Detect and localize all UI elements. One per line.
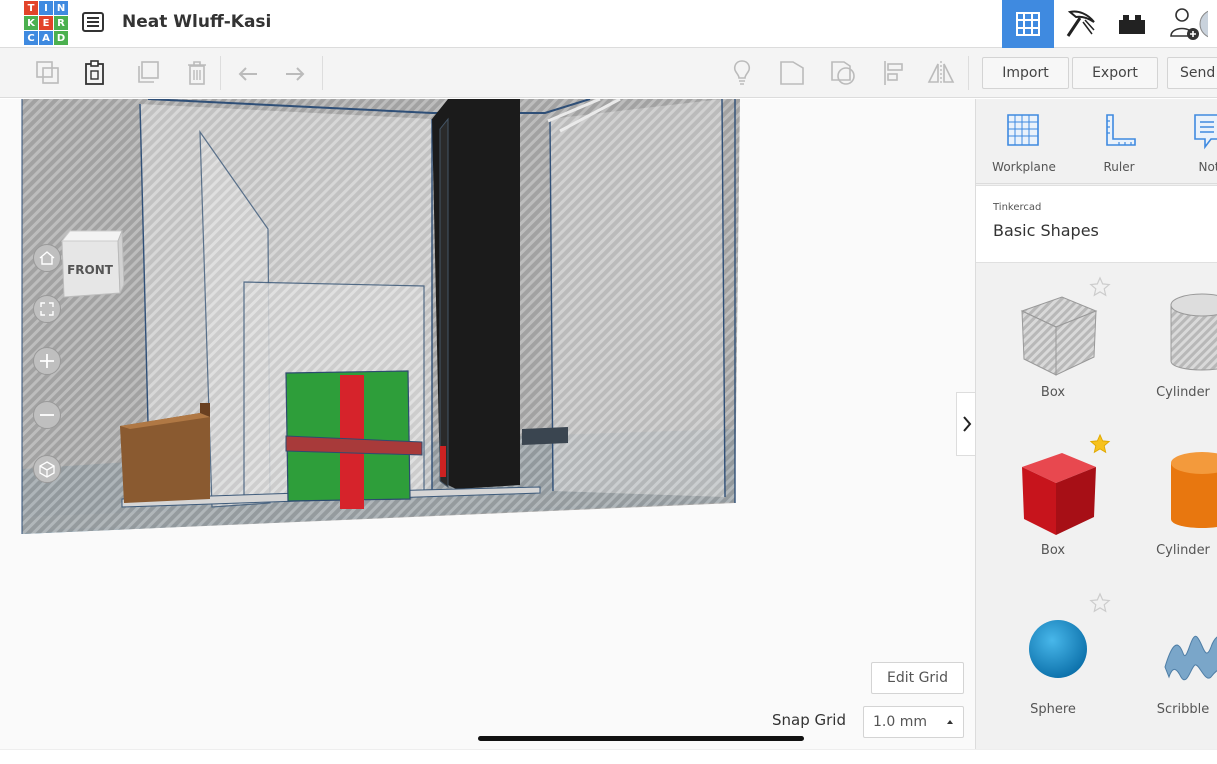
workplane-tool[interactable]: Workplane — [984, 111, 1064, 174]
duplicate-icon[interactable] — [133, 58, 163, 88]
shape-label: Box — [1040, 385, 1066, 400]
redo-icon[interactable] — [280, 58, 310, 88]
logo-letter: A — [39, 31, 53, 45]
box-icon — [1022, 453, 1096, 535]
send-to-button[interactable]: Send — [1167, 57, 1217, 89]
shape-label: Scribble — [1156, 702, 1210, 717]
shape-label: Sphere — [1030, 702, 1076, 717]
toolbar-divider — [322, 56, 323, 90]
align-icon[interactable] — [880, 58, 910, 88]
cube-icon — [39, 461, 55, 478]
pickaxe-icon — [1066, 10, 1095, 37]
group-icon[interactable] — [777, 58, 807, 88]
ruler-label: Ruler — [1103, 160, 1135, 174]
ruler-tool[interactable]: Ruler — [1079, 111, 1159, 174]
shape-sphere[interactable] — [988, 611, 1118, 685]
shape-label: Cylinder — [1156, 385, 1210, 400]
view-cube[interactable]: FRONT — [58, 227, 124, 303]
ruler-icon — [1106, 114, 1136, 146]
undo-icon[interactable] — [233, 58, 263, 88]
workplane-label: Workplane — [992, 160, 1056, 174]
toolbar-divider — [968, 56, 969, 90]
bottom-strip — [0, 749, 1217, 764]
add-user-icon — [1169, 8, 1208, 40]
3d-design-view-button[interactable] — [1002, 0, 1054, 48]
fit-icon — [40, 302, 54, 316]
notes-label: Not — [1198, 160, 1217, 174]
small-block — [522, 427, 568, 445]
export-button[interactable]: Export — [1072, 57, 1158, 89]
lightbulb-icon[interactable] — [727, 58, 757, 88]
home-icon — [39, 251, 55, 265]
home-view-button[interactable] — [33, 244, 61, 272]
mirror-icon[interactable] — [926, 58, 956, 88]
shape-hole-box[interactable] — [988, 287, 1118, 387]
tinkercad-logo[interactable]: T I N K E R C A D — [24, 0, 70, 46]
shape-scribble[interactable] — [1118, 607, 1217, 691]
shapes-panel: Workplane Ruler Not Tinkercad Basic Shap… — [975, 99, 1217, 749]
panel-divider — [976, 183, 1217, 184]
logo-letter: R — [54, 16, 68, 30]
zoom-out-button[interactable] — [33, 401, 61, 429]
bricks-view-button[interactable] — [1106, 0, 1158, 48]
home-indicator[interactable] — [478, 736, 804, 741]
logo-letter: C — [24, 31, 38, 45]
logo-letter: I — [39, 1, 53, 15]
caret-up-icon — [947, 720, 953, 724]
shape-box[interactable] — [988, 445, 1118, 545]
invite-user-button[interactable] — [1158, 0, 1217, 48]
shape-cylinder[interactable] — [1118, 447, 1217, 541]
sphere-icon — [1029, 620, 1087, 678]
fit-view-button[interactable] — [33, 295, 61, 323]
snap-grid-select[interactable]: 1.0 mm — [863, 706, 964, 738]
import-export-bar: Import Export Send — [975, 48, 1217, 98]
shape-label: Box — [1040, 543, 1066, 558]
view-cube-label: FRONT — [67, 263, 114, 277]
notes-tool[interactable]: Not — [1169, 111, 1217, 174]
toolbar-divider — [220, 56, 221, 90]
blocks-view-button[interactable] — [1054, 0, 1106, 48]
collapse-panel-button[interactable] — [956, 392, 975, 456]
ribbon-tail — [440, 446, 446, 477]
3d-scene[interactable] — [0, 99, 975, 749]
logo-letter: T — [24, 1, 38, 15]
hole-cylinder-icon — [1170, 293, 1217, 371]
snap-grid-value: 1.0 mm — [873, 714, 927, 730]
hole-box-icon — [1020, 296, 1098, 376]
workplane-icon — [1007, 114, 1039, 146]
logo-letter: N — [54, 1, 68, 15]
logo-letter: D — [54, 31, 68, 45]
grid-icon — [1016, 12, 1040, 36]
shape-library-selector[interactable]: Tinkercad Basic Shapes — [976, 185, 1217, 263]
pillar-side — [439, 117, 449, 488]
library-name: Basic Shapes — [993, 221, 1099, 240]
chevron-right-icon — [962, 416, 971, 432]
notes-icon — [1194, 114, 1217, 150]
copy-icon[interactable] — [33, 58, 63, 88]
workplane-viewport[interactable]: FRONT Edit Grid Snap Grid 1.0 mm — [0, 99, 975, 749]
zoom-in-button[interactable] — [33, 347, 61, 375]
edit-toolbar — [0, 48, 975, 98]
design-title[interactable]: Neat Wluff-Kasi — [122, 12, 271, 32]
cylinder-icon — [1171, 452, 1217, 528]
brick-icon — [1119, 15, 1145, 34]
library-source: Tinkercad — [993, 202, 1042, 213]
shape-label: Cylinder — [1156, 543, 1210, 558]
ungroup-icon[interactable] — [828, 58, 858, 88]
plus-icon — [40, 354, 54, 368]
perspective-button[interactable] — [33, 455, 61, 483]
edit-grid-button[interactable]: Edit Grid — [871, 662, 964, 694]
snap-grid-label: Snap Grid — [772, 711, 846, 729]
logo-letter: E — [39, 16, 53, 30]
minus-icon — [40, 414, 54, 416]
paste-icon[interactable] — [80, 58, 110, 88]
hole-side-panel — [550, 99, 725, 497]
scribble-icon — [1164, 635, 1217, 681]
import-button[interactable]: Import — [982, 57, 1069, 89]
shape-hole-cylinder[interactable] — [1118, 289, 1217, 383]
app-header: T I N K E R C A D Neat Wluff-Kasi — [0, 0, 1217, 48]
design-list-icon[interactable] — [82, 12, 104, 32]
logo-letter: K — [24, 16, 38, 30]
delete-icon[interactable] — [182, 58, 212, 88]
